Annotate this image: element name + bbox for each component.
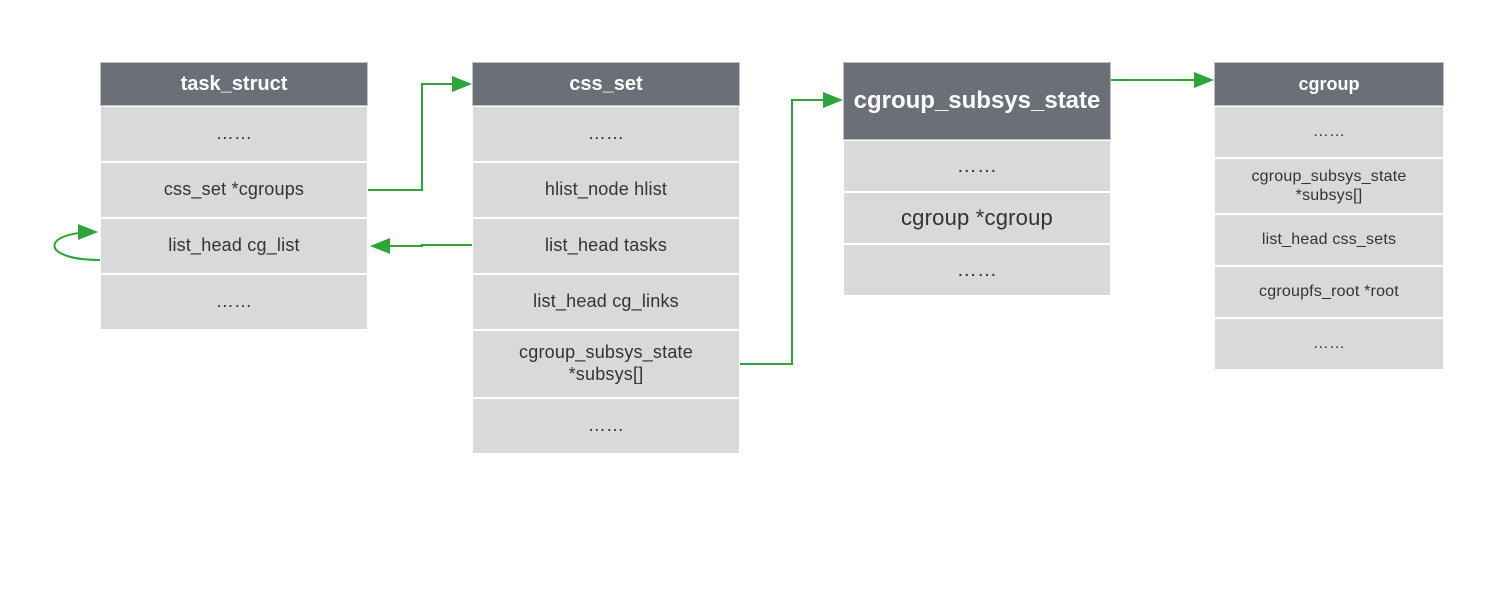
- task-struct-row-ellipsis-1: ……: [100, 106, 368, 162]
- task-struct-row-css-set-cgroups: css_set *cgroups: [100, 162, 368, 218]
- css-set-row-cgroup-subsys-state-subsys: cgroup_subsys_state *subsys[]: [472, 330, 740, 398]
- struct-cgroup-subsys-state: cgroup_subsys_state …… cgroup *cgroup ……: [843, 62, 1111, 296]
- diagram-canvas: task_struct …… css_set *cgroups list_hea…: [0, 0, 1510, 614]
- cgroup-row-list-head-css-sets: list_head css_sets: [1214, 214, 1444, 266]
- css-set-row-hlist-node-hlist: hlist_node hlist: [472, 162, 740, 218]
- struct-task-struct-header: task_struct: [100, 62, 368, 106]
- task-struct-row-ellipsis-2: ……: [100, 274, 368, 330]
- arrow-task-cglist-self-loop: [54, 232, 100, 260]
- task-struct-row-list-head-cg-list: list_head cg_list: [100, 218, 368, 274]
- cgroup-subsys-state-row-ellipsis-2: ……: [843, 244, 1111, 296]
- cgroup-row-ellipsis-2: ……: [1214, 318, 1444, 370]
- cgroup-row-cgroupfs-root-root: cgroupfs_root *root: [1214, 266, 1444, 318]
- cgroup-subsys-state-row-ellipsis-1: ……: [843, 140, 1111, 192]
- struct-cgroup-header: cgroup: [1214, 62, 1444, 106]
- arrow-task-cgroups-to-css-set: [368, 84, 470, 190]
- arrow-css-set-tasks-to-task-cglist: [372, 245, 472, 246]
- css-set-row-ellipsis-2: ……: [472, 398, 740, 454]
- css-set-row-list-head-tasks: list_head tasks: [472, 218, 740, 274]
- cgroup-row-ellipsis-1: ……: [1214, 106, 1444, 158]
- struct-css-set: css_set …… hlist_node hlist list_head ta…: [472, 62, 740, 454]
- css-set-row-list-head-cg-links: list_head cg_links: [472, 274, 740, 330]
- struct-cgroup-subsys-state-title: cgroup_subsys_state: [854, 87, 1101, 115]
- struct-task-struct: task_struct …… css_set *cgroups list_hea…: [100, 62, 368, 330]
- css-set-row-ellipsis-1: ……: [472, 106, 740, 162]
- struct-css-set-header: css_set: [472, 62, 740, 106]
- struct-cgroup: cgroup …… cgroup_subsys_state *subsys[] …: [1214, 62, 1444, 370]
- cgroup-row-cgroup-subsys-state-subsys: cgroup_subsys_state *subsys[]: [1214, 158, 1444, 214]
- cgroup-subsys-state-row-cgroup-ptr: cgroup *cgroup: [843, 192, 1111, 244]
- struct-cgroup-subsys-state-header: cgroup_subsys_state: [843, 62, 1111, 140]
- arrow-css-set-subsys-to-cgroup-subsys-state: [740, 100, 841, 364]
